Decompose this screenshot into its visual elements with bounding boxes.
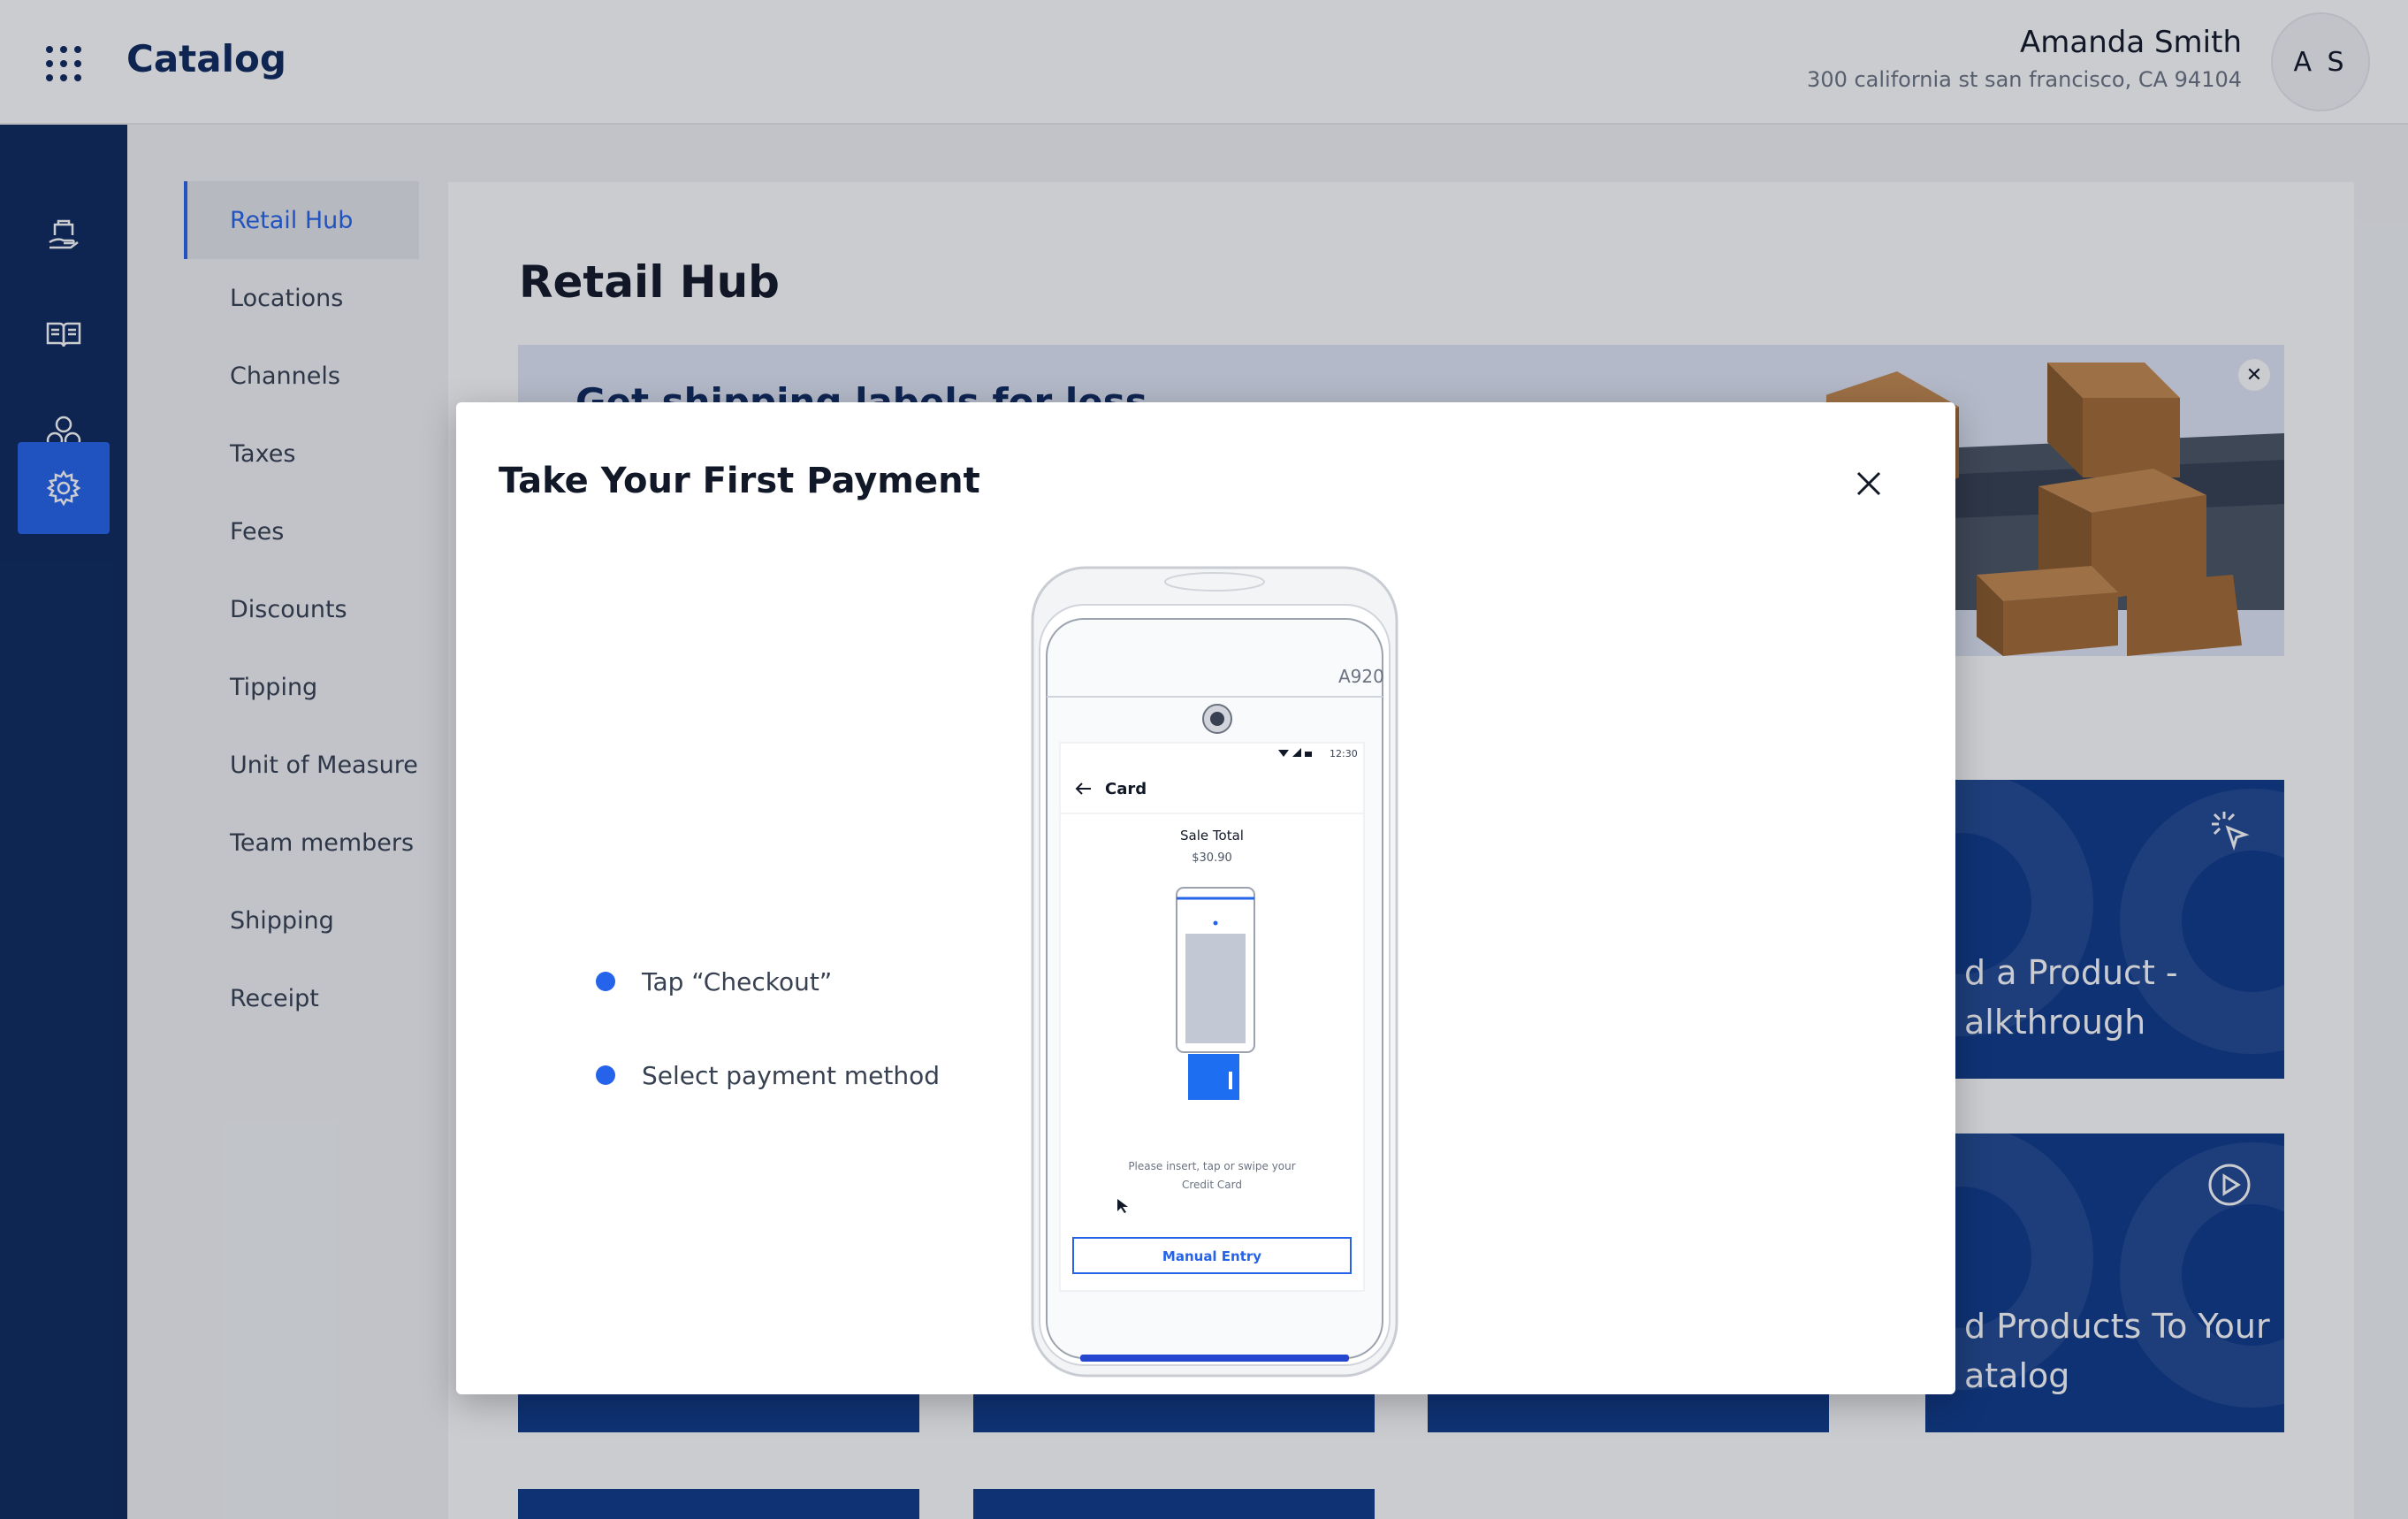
step-text: Tap “Checkout” <box>642 966 833 996</box>
screen-title: Card <box>1105 780 1147 798</box>
close-icon[interactable] <box>1853 468 1885 500</box>
modal-title: Take Your First Payment <box>499 461 980 501</box>
step-text: Select payment method <box>642 1060 941 1090</box>
first-payment-modal: Take Your First Payment Tap “Checkout” S… <box>456 402 1955 1394</box>
sale-total-label: Sale Total <box>1180 828 1244 843</box>
device-model: A920 <box>1338 666 1384 687</box>
payment-terminal-illustration: A920 12:30 Card Sale Total $30.90 Please… <box>1031 566 1398 1378</box>
step-item: Tap “Checkout” <box>596 935 940 1028</box>
bullet-icon <box>596 972 615 991</box>
payment-steps: Tap “Checkout” Select payment method <box>596 935 940 1122</box>
sale-total-amount: $30.90 <box>1192 851 1232 865</box>
step-item: Select payment method <box>596 1028 940 1122</box>
instruction-line2: Credit Card <box>1182 1179 1242 1191</box>
instruction-line1: Please insert, tap or swipe your <box>1128 1160 1295 1172</box>
status-time: 12:30 <box>1330 748 1358 760</box>
battery-icon <box>1305 752 1312 757</box>
bullet-icon <box>596 1065 615 1085</box>
manual-entry-label: Manual Entry <box>1162 1248 1261 1264</box>
